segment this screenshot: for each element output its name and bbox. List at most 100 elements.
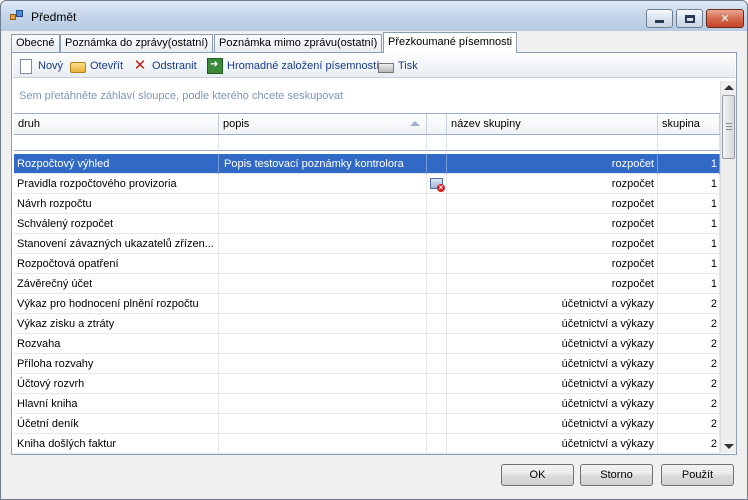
- cell-skupina[interactable]: 2: [658, 374, 720, 394]
- table-row[interactable]: Pravidla rozpočtového provizoria rozpočet…: [14, 174, 720, 194]
- delete-button[interactable]: ✕ Odstranit: [132, 57, 197, 75]
- scroll-thumb[interactable]: [722, 95, 735, 159]
- cell-popis[interactable]: [219, 274, 427, 294]
- cell-nazev-skupiny[interactable]: účetnictví a výkazy: [447, 414, 658, 434]
- cell-popis[interactable]: [219, 174, 427, 194]
- cell-skupina[interactable]: 1: [658, 234, 720, 254]
- filter-row[interactable]: [14, 135, 720, 151]
- cell-skupina[interactable]: 2: [658, 394, 720, 414]
- cell-popis[interactable]: Popis testovací poznámky kontrolora: [219, 154, 427, 174]
- cell-popis[interactable]: [219, 194, 427, 214]
- cell-nazev-skupiny[interactable]: účetnictví a výkazy: [447, 314, 658, 334]
- cell-nazev-skupiny[interactable]: rozpočet: [447, 254, 658, 274]
- scroll-up-arrow-icon[interactable]: [724, 85, 734, 90]
- cell-druh[interactable]: Rozvaha: [14, 334, 219, 354]
- cell-nazev-skupiny[interactable]: rozpočet: [447, 234, 658, 254]
- tab-obecne[interactable]: Obecné: [11, 34, 60, 53]
- minimize-button[interactable]: [646, 9, 673, 28]
- cell-action[interactable]: [427, 234, 447, 254]
- cell-druh[interactable]: Hlavní kniha: [14, 394, 219, 414]
- print-button[interactable]: Tisk: [378, 57, 418, 75]
- table-row[interactable]: Účtový rozvrh účetnictví a výkazy 2: [14, 374, 720, 394]
- cell-skupina[interactable]: 2: [658, 434, 720, 454]
- cell-nazev-skupiny[interactable]: rozpočet: [447, 174, 658, 194]
- storno-button[interactable]: Storno: [580, 464, 653, 486]
- cell-action[interactable]: [427, 354, 447, 374]
- cell-druh[interactable]: Rozpočtový výhled: [14, 154, 219, 174]
- open-button[interactable]: Otevřít: [70, 57, 123, 75]
- cell-action[interactable]: [427, 274, 447, 294]
- table-row[interactable]: Rozpočtový výhled Popis testovací poznámk…: [14, 154, 720, 174]
- cell-popis[interactable]: [219, 234, 427, 254]
- cell-action[interactable]: [427, 394, 447, 414]
- table-row[interactable]: Návrh rozpočtu rozpočet 1: [14, 194, 720, 214]
- cell-popis[interactable]: [219, 374, 427, 394]
- bulk-create-button[interactable]: Hromadné založení písemností: [207, 57, 379, 75]
- cell-popis[interactable]: [219, 434, 427, 454]
- cell-skupina[interactable]: 1: [658, 154, 720, 174]
- cell-action[interactable]: [427, 254, 447, 274]
- cell-popis[interactable]: [219, 294, 427, 314]
- table-row[interactable]: Kniha došlých faktur účetnictví a výkazy 2: [14, 434, 720, 454]
- cell-druh[interactable]: Výkaz zisku a ztráty: [14, 314, 219, 334]
- close-button[interactable]: ✕: [706, 9, 744, 28]
- table-row[interactable]: Rozpočtová opatření rozpočet 1: [14, 254, 720, 274]
- table-row[interactable]: Stanovení závazných ukazatelů zřízen... r…: [14, 234, 720, 254]
- cell-popis[interactable]: [219, 354, 427, 374]
- cell-nazev-skupiny[interactable]: účetnictví a výkazy: [447, 334, 658, 354]
- cell-popis[interactable]: [219, 394, 427, 414]
- cell-nazev-skupiny[interactable]: účetnictví a výkazy: [447, 434, 658, 454]
- table-row[interactable]: Výkaz pro hodnocení plnění rozpočtu účetn…: [14, 294, 720, 314]
- cell-skupina[interactable]: 2: [658, 414, 720, 434]
- cell-skupina[interactable]: 1: [658, 254, 720, 274]
- column-header-skupina[interactable]: skupina: [658, 114, 720, 134]
- cell-action[interactable]: [427, 314, 447, 334]
- table-row[interactable]: Příloha rozvahy účetnictví a výkazy 2: [14, 354, 720, 374]
- cell-druh[interactable]: Pravidla rozpočtového provizoria: [14, 174, 219, 194]
- cell-skupina[interactable]: 1: [658, 174, 720, 194]
- cell-nazev-skupiny[interactable]: rozpočet: [447, 274, 658, 294]
- cell-druh[interactable]: Příloha rozvahy: [14, 354, 219, 374]
- cell-skupina[interactable]: 2: [658, 334, 720, 354]
- column-header-nazev-skupiny[interactable]: název skupiny: [447, 114, 658, 134]
- column-header-action[interactable]: [427, 114, 447, 134]
- cell-action[interactable]: [427, 414, 447, 434]
- cell-popis[interactable]: [219, 254, 427, 274]
- new-button[interactable]: Nový: [18, 57, 63, 75]
- table-row[interactable]: Rozvaha účetnictví a výkazy 2: [14, 334, 720, 354]
- table-row[interactable]: Účetní deník účetnictví a výkazy 2: [14, 414, 720, 434]
- cell-popis[interactable]: [219, 414, 427, 434]
- column-header-druh[interactable]: druh: [14, 114, 219, 134]
- cell-druh[interactable]: Kniha došlých faktur: [14, 434, 219, 454]
- cell-skupina[interactable]: 1: [658, 194, 720, 214]
- cell-druh[interactable]: Účetní deník: [14, 414, 219, 434]
- cell-action[interactable]: [427, 294, 447, 314]
- scroll-down-arrow-icon[interactable]: [724, 444, 734, 449]
- cell-action[interactable]: [427, 194, 447, 214]
- cell-action[interactable]: [427, 214, 447, 234]
- table-row[interactable]: Schválený rozpočet rozpočet 1: [14, 214, 720, 234]
- cell-druh[interactable]: Schválený rozpočet: [14, 214, 219, 234]
- table-row[interactable]: Výkaz zisku a ztráty účetnictví a výkazy 2: [14, 314, 720, 334]
- cell-skupina[interactable]: 1: [658, 274, 720, 294]
- cell-action[interactable]: [427, 374, 447, 394]
- cell-popis[interactable]: [219, 214, 427, 234]
- cell-action[interactable]: [427, 334, 447, 354]
- column-header-popis[interactable]: popis: [219, 114, 427, 134]
- maximize-button[interactable]: [676, 9, 703, 28]
- cell-nazev-skupiny[interactable]: rozpočet: [447, 194, 658, 214]
- cell-skupina[interactable]: 2: [658, 354, 720, 374]
- cell-druh[interactable]: Účtový rozvrh: [14, 374, 219, 394]
- cell-skupina[interactable]: 2: [658, 314, 720, 334]
- apply-button[interactable]: Použít: [661, 464, 734, 486]
- cell-nazev-skupiny[interactable]: rozpočet: [447, 154, 658, 174]
- table-row[interactable]: Hlavní kniha účetnictví a výkazy 2: [14, 394, 720, 414]
- tab-poznamka-do-zpravy[interactable]: Poznámka do zprávy(ostatní): [60, 34, 214, 53]
- table-row[interactable]: Závěrečný účet rozpočet 1: [14, 274, 720, 294]
- vertical-scrollbar[interactable]: [720, 81, 736, 453]
- tab-prezkoumane-pisemnosti[interactable]: Přezkoumané písemnosti: [383, 32, 518, 53]
- cell-popis[interactable]: [219, 314, 427, 334]
- cell-nazev-skupiny[interactable]: rozpočet: [447, 214, 658, 234]
- cell-druh[interactable]: Výkaz pro hodnocení plnění rozpočtu: [14, 294, 219, 314]
- cell-nazev-skupiny[interactable]: účetnictví a výkazy: [447, 394, 658, 414]
